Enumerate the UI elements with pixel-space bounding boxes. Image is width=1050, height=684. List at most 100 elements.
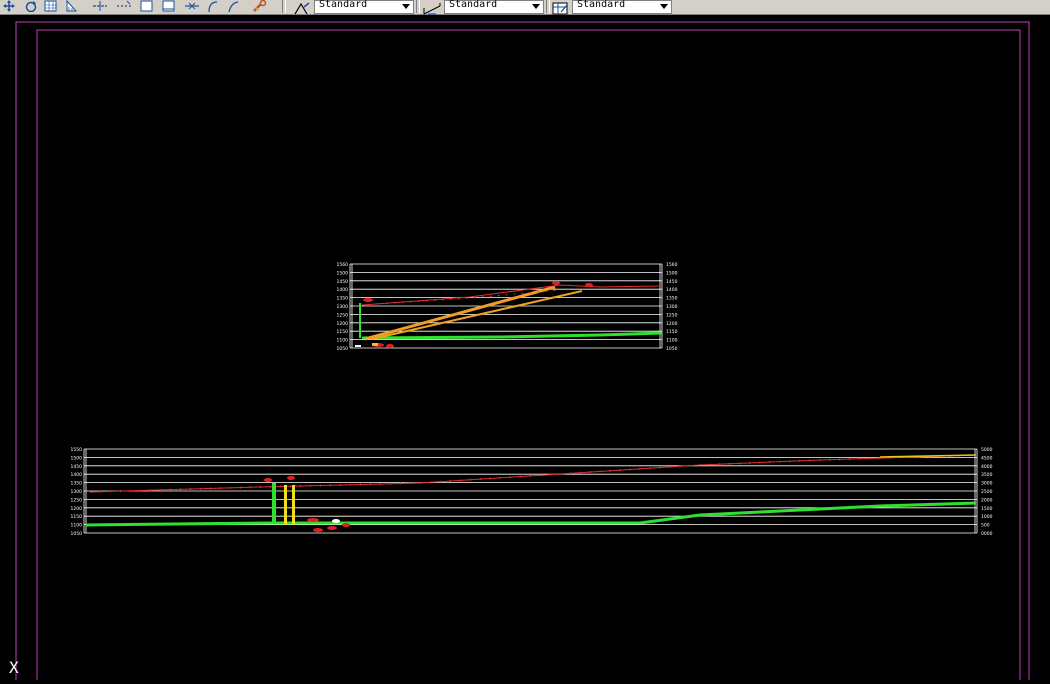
upper-profile-right-ticks: 1560 1500 1450 1400 1350 1300 1250 1200 1150 1100… xyxy=(666,262,678,352)
upper-left-tick-label: 1350 xyxy=(337,296,349,302)
lower-left-tick-label: 1250 xyxy=(71,497,83,503)
upper-left-tick-label: 1450 xyxy=(337,279,349,285)
dimension-style-icon[interactable] xyxy=(422,0,441,15)
upper-right-tick-label: 1350 xyxy=(666,296,678,302)
lower-profile-grid xyxy=(83,448,978,534)
lower-profile-right-ticks: 5000 4500 4000 3500 3000 2500 2000 1500 1000 500 0… xyxy=(981,447,993,537)
upper-right-tick-label: 1300 xyxy=(666,304,678,310)
lower-right-tick-label: 3500 xyxy=(981,472,993,478)
lower-left-tick-label: 1350 xyxy=(71,481,83,487)
upper-marker xyxy=(585,283,593,287)
upper-left-tick-label: 1150 xyxy=(337,329,349,335)
upper-left-tick-label: 1400 xyxy=(337,287,349,293)
upper-left-tick-label: 1250 xyxy=(337,312,349,318)
lower-marker xyxy=(342,523,350,527)
upper-marker xyxy=(355,345,361,347)
lower-top-line xyxy=(89,454,977,493)
grid-view-icon[interactable] xyxy=(44,0,58,12)
move-icon[interactable] xyxy=(184,0,199,12)
upper-right-tick-label: 1200 xyxy=(666,321,678,327)
rect-icon[interactable] xyxy=(140,0,154,12)
lower-left-tick-label: 1400 xyxy=(71,472,83,478)
arc-icon[interactable] xyxy=(206,0,220,12)
upper-right-tick-label: 1450 xyxy=(666,279,678,285)
ucs-x-label: X xyxy=(9,658,19,677)
section-icon[interactable] xyxy=(64,0,78,12)
toolbar-separator xyxy=(282,0,286,13)
lower-top-dashes xyxy=(89,454,977,493)
line-dash-icon[interactable] xyxy=(116,0,131,12)
lower-right-tick-label: 4000 xyxy=(981,464,993,470)
tool-settings-icon[interactable] xyxy=(252,0,267,12)
lower-right-tick-label: 5000 xyxy=(981,447,993,453)
lower-left-tick-label: 1450 xyxy=(71,464,83,470)
lower-right-tick-label: 4500 xyxy=(981,455,993,461)
lower-right-tick-label: 1500 xyxy=(981,506,993,512)
lower-marker xyxy=(287,476,295,480)
sheet-border-inner xyxy=(36,29,1021,684)
text-style-select[interactable]: Standard xyxy=(314,0,414,14)
upper-left-tick-label: 1300 xyxy=(337,304,349,310)
model-space: 1560 1500 1450 1400 1350 1300 1250 1200 1150 1100… xyxy=(15,21,1030,684)
toolbar-separator xyxy=(416,0,420,13)
sheet-border-outer xyxy=(15,21,1030,684)
upper-left-tick-label: 1050 xyxy=(337,346,349,352)
upper-profile-left-ticks: 1560 1500 1450 1400 1350 1300 1250 1200 1150 1100… xyxy=(337,262,349,352)
upper-marker xyxy=(372,343,378,346)
upper-marker xyxy=(386,344,394,348)
orbit-icon[interactable] xyxy=(24,0,38,12)
chevron-down-icon[interactable] xyxy=(660,4,668,9)
upper-right-tick-label: 1250 xyxy=(666,312,678,318)
rect2-icon[interactable] xyxy=(162,0,176,12)
lower-right-tick-label: 500 xyxy=(981,523,990,529)
upper-left-tick-label: 1500 xyxy=(337,270,349,276)
lower-left-tick-label: 1300 xyxy=(71,489,83,495)
upper-right-tick-label: 1100 xyxy=(666,338,678,344)
lower-left-tick-label: 1550 xyxy=(71,447,83,453)
toolbar-separator xyxy=(546,0,550,13)
lower-left-tick-label: 1100 xyxy=(71,523,83,529)
dimension-style-select[interactable]: Standard xyxy=(444,0,544,14)
lower-right-tick-label: 0000 xyxy=(981,531,993,537)
lower-post-yellow xyxy=(284,485,287,525)
lower-profile-left-ticks: 1550 1500 1450 1400 1350 1300 1250 1200 1150 1100… xyxy=(71,447,83,537)
lower-left-tick-label: 1050 xyxy=(71,531,83,537)
upper-right-tick-label: 1400 xyxy=(666,287,678,293)
upper-right-tick-label: 1560 xyxy=(666,262,678,268)
table-style-select[interactable]: Standard xyxy=(572,0,672,14)
upper-top-line xyxy=(361,284,663,306)
lower-marker xyxy=(313,528,323,532)
lower-right-tick-label: 2000 xyxy=(981,497,993,503)
upper-right-tick-label: 1500 xyxy=(666,270,678,276)
lower-left-tick-label: 1200 xyxy=(71,506,83,512)
upper-marker xyxy=(552,281,560,285)
upper-profile: 1560 1500 1450 1400 1350 1300 1250 1200 1150 1100… xyxy=(337,262,678,352)
lower-profile: 1550 1500 1450 1400 1350 1300 1250 1200 1150 1100… xyxy=(71,447,993,537)
text-style-value: Standard xyxy=(319,0,368,10)
lower-marker xyxy=(307,518,319,522)
lower-post-yellow xyxy=(292,485,295,525)
lower-ground-line xyxy=(85,501,977,527)
dimension-style-value: Standard xyxy=(449,0,498,10)
upper-left-tick-label: 1100 xyxy=(337,338,349,344)
lower-marker xyxy=(264,478,272,482)
lower-right-tick-label: 1000 xyxy=(981,514,993,520)
table-style-icon[interactable] xyxy=(552,0,570,15)
chevron-down-icon[interactable] xyxy=(532,4,540,9)
line-align-icon[interactable] xyxy=(92,0,107,12)
text-style-icon[interactable] xyxy=(292,0,310,15)
curve-icon[interactable] xyxy=(226,0,240,12)
upper-left-tick-label: 1200 xyxy=(337,321,349,327)
lower-right-tick-label: 3000 xyxy=(981,481,993,487)
lower-marker xyxy=(327,526,337,530)
upper-marker xyxy=(363,298,373,302)
drawing-canvas[interactable]: 1560 1500 1450 1400 1350 1300 1250 1200 1150 1100… xyxy=(0,15,1050,684)
standard-toolbar: Standard Standard Standard xyxy=(0,0,1050,15)
upper-left-tick-label: 1560 xyxy=(337,262,349,268)
pan-icon[interactable] xyxy=(2,0,16,12)
chevron-down-icon[interactable] xyxy=(402,4,410,9)
lower-left-tick-label: 1500 xyxy=(71,455,83,461)
upper-design-line-2 xyxy=(371,290,583,340)
lower-marker xyxy=(332,519,340,523)
upper-right-tick-label: 1150 xyxy=(666,329,678,335)
